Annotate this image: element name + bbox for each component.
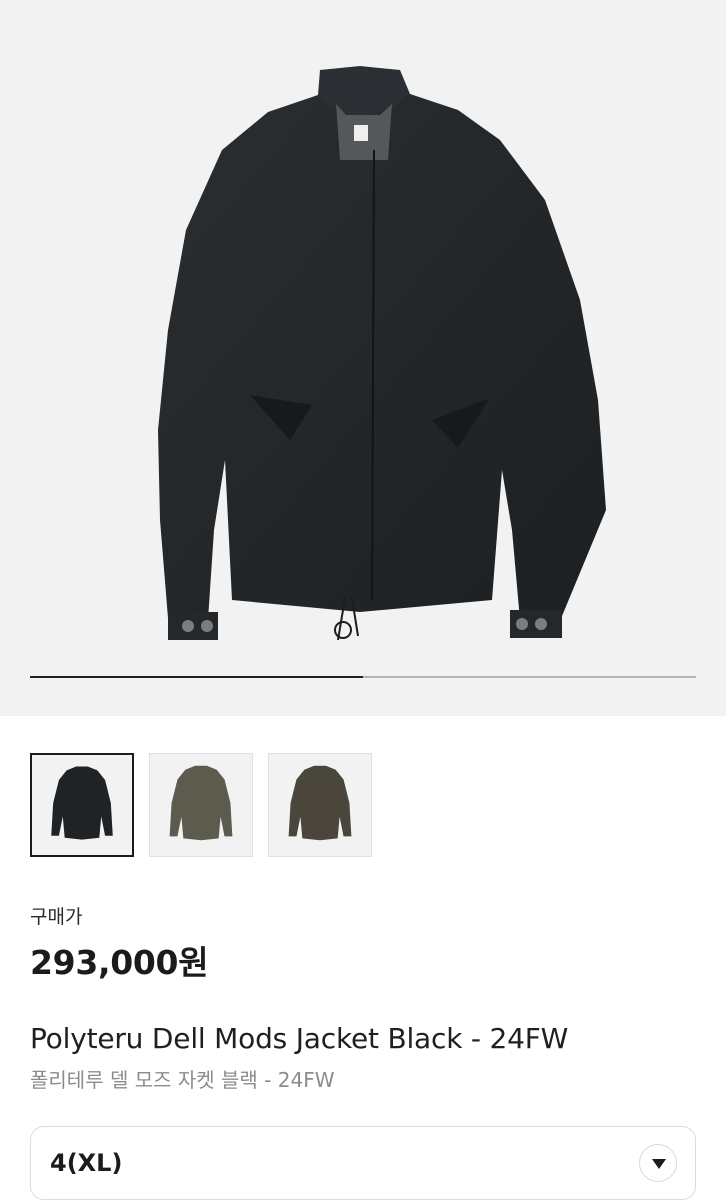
- size-select[interactable]: 4(XL): [30, 1126, 696, 1200]
- product-main-image: [158, 66, 606, 641]
- product-price: 293,000원: [30, 943, 209, 982]
- gallery-progress-track: [30, 676, 696, 678]
- thumbnail-list: [30, 753, 372, 857]
- thumbnail-image: [51, 766, 113, 840]
- thumbnail-jacket-black[interactable]: [30, 753, 134, 857]
- chevron-down-icon: [652, 1159, 666, 1169]
- dropdown-toggle-button[interactable]: [639, 1144, 677, 1182]
- thumbnail-jacket-khaki[interactable]: [149, 753, 253, 857]
- thumbnail-image: [288, 765, 352, 841]
- product-title-english: Polyteru Dell Mods Jacket Black - 24FW: [30, 1022, 569, 1055]
- product-image-gallery[interactable]: [0, 0, 726, 716]
- thumbnail-image: [169, 765, 233, 841]
- gallery-progress-fill: [30, 676, 363, 678]
- size-select-value: 4(XL): [50, 1149, 123, 1177]
- price-label: 구매가: [30, 906, 83, 928]
- product-title-korean: 폴리테루 델 모즈 자켓 블랙 - 24FW: [30, 1068, 335, 1092]
- thumbnail-jacket-olive-brown[interactable]: [268, 753, 372, 857]
